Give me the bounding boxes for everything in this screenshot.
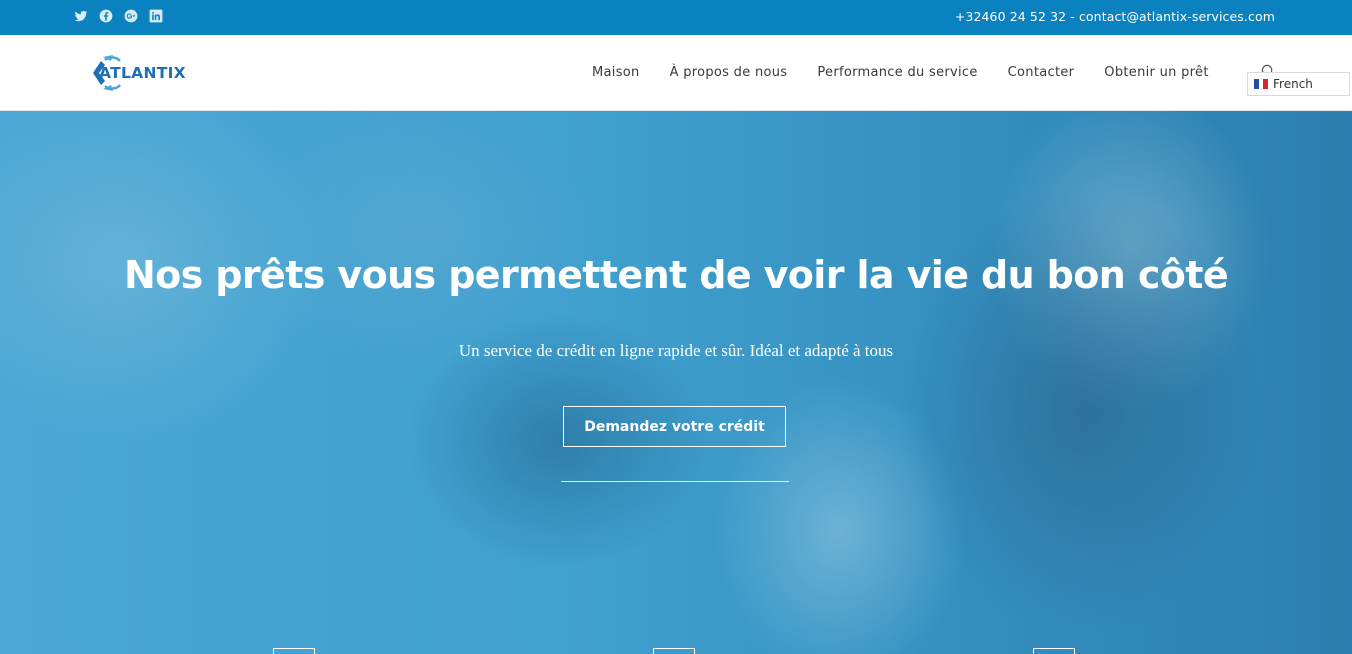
logo[interactable]: ATLANTIX [85,51,186,95]
hero-background-image [0,111,1352,654]
feature-box-top [653,648,695,654]
contact-info: +32460 24 52 32 - contact@atlantix-servi… [954,9,1275,24]
feature-box-top [1033,648,1075,654]
hero-section: Nos prêts vous permettent de voir la vie… [0,111,1352,654]
nav-item-a-propos[interactable]: À propos de nous [670,65,788,80]
facebook-icon[interactable] [99,9,113,23]
social-links [74,9,163,23]
google-plus-icon[interactable] [124,9,138,23]
nav-item-maison[interactable]: Maison [592,65,640,80]
logo-text: ATLANTIX [99,64,186,82]
language-label: French [1273,77,1313,91]
language-selector[interactable]: French [1247,72,1350,96]
site-header: ATLANTIX Maison À propos de nous Perform… [0,35,1352,111]
request-credit-button[interactable]: Demandez votre crédit [563,406,786,447]
twitter-icon[interactable] [74,9,88,23]
french-flag-icon [1254,79,1269,89]
top-bar: +32460 24 52 32 - contact@atlantix-servi… [0,0,1352,35]
nav-item-performance[interactable]: Performance du service [817,65,977,80]
nav-item-contacter[interactable]: Contacter [1008,65,1075,80]
hero-title: Nos prêts vous permettent de voir la vie… [123,253,1229,297]
linkedin-icon[interactable] [149,9,163,23]
nav-item-obtenir-pret[interactable]: Obtenir un prêt [1104,65,1208,80]
feature-box-top [273,648,315,654]
main-nav: Maison À propos de nous Performance du s… [592,65,1239,80]
hero-divider [561,481,789,482]
hero-subtitle: Un service de crédit en ligne rapide et … [458,341,894,360]
